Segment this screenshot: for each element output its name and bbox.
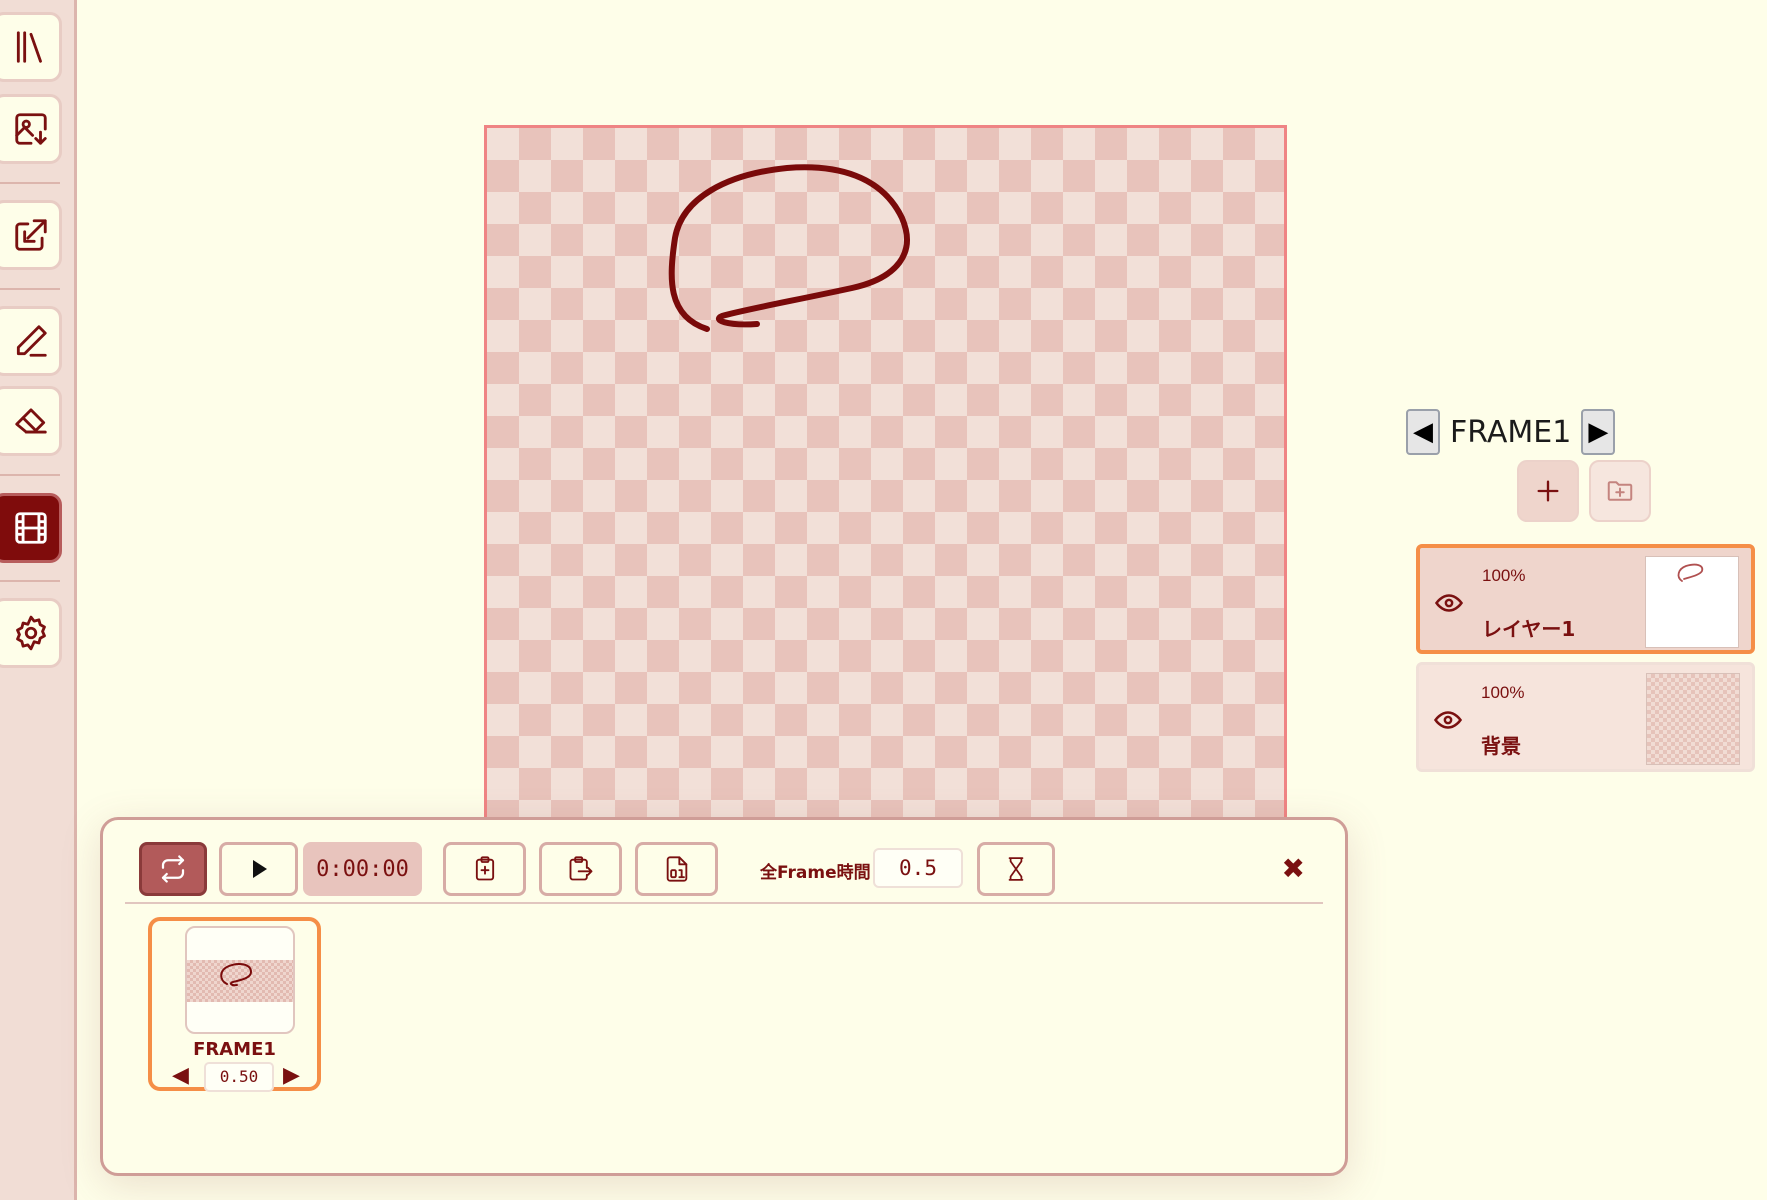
play-button[interactable] [219,842,298,896]
toolbar-divider [0,580,60,582]
eraser-icon [15,408,47,434]
clipboard-export-icon [569,856,592,881]
toolbar-divider [0,182,60,184]
folder-plus-icon [1607,481,1633,501]
pen-tool-button[interactable] [0,306,62,376]
add-folder-button[interactable] [1589,460,1651,522]
toolbar-divider [0,474,60,476]
import-image-button[interactable] [0,94,62,164]
animation-tool-button[interactable] [0,493,62,563]
play-icon [252,860,267,878]
clipboard-plus-icon [475,856,494,881]
all-frame-time-input[interactable]: 0.5 [873,848,963,888]
next-frame-button[interactable]: ▶ [1581,409,1616,455]
hourglass-icon [1008,857,1024,881]
layer-name: 背景 [1481,734,1521,758]
eraser-tool-button[interactable] [0,386,62,456]
animation-panel: 0:00:00 全Frame時間 0.5 ✖ FRAME1 ◀ 0.50 ▶ [100,817,1348,1176]
settings-button[interactable] [0,598,62,668]
export-frame-button[interactable] [539,842,622,896]
file-binary-icon [666,856,687,882]
drawing-canvas[interactable] [484,125,1287,825]
frame-name: FRAME1 [193,1039,276,1060]
loop-toggle-button[interactable] [139,842,207,896]
toolbar-divider [0,288,60,290]
export-button[interactable] [0,200,62,270]
pen-icon [16,325,47,357]
layer-item[interactable]: 100% 背景 [1416,662,1755,772]
frame-item[interactable]: FRAME1 ◀ 0.50 ▶ [148,917,321,1092]
loop-icon [161,855,185,883]
library-icon [16,31,42,63]
layer-opacity: 100% [1481,683,1525,702]
export-icon [15,219,47,251]
layer-item[interactable]: 100% レイヤー1 [1416,544,1755,654]
tool-sidebar [0,0,77,1200]
frame-duration-increase-button[interactable]: ▶ [283,1063,300,1088]
add-layer-button[interactable] [1517,460,1579,522]
all-frame-time-label: 全Frame時間 [760,863,871,883]
drawn-circle-stroke [668,164,910,332]
layer-thumbnail [1646,673,1740,765]
frame-thumbnail [185,926,295,1034]
film-icon [15,512,47,544]
add-frame-button[interactable] [443,842,526,896]
export-binary-button[interactable] [635,842,718,896]
apply-duration-button[interactable] [977,842,1055,896]
animation-toolbar: 0:00:00 全Frame時間 0.5 ✖ [125,838,1323,904]
prev-frame-button[interactable]: ◀ [1406,409,1440,455]
library-button[interactable] [0,12,62,82]
eye-icon[interactable] [1433,705,1463,735]
layer-opacity: 100% [1482,566,1526,585]
frame-duration-input[interactable]: 0.50 [204,1062,274,1092]
layer-thumbnail [1645,556,1739,648]
close-animation-panel-button[interactable]: ✖ [1282,852,1305,885]
current-frame-title: FRAME1 [1450,414,1572,450]
frame-navigator: ◀ FRAME1 ▶ [1406,408,1616,456]
plus-icon [1537,480,1559,502]
frame-duration-decrease-button[interactable]: ◀ [172,1063,189,1088]
eye-icon[interactable] [1434,588,1464,618]
time-display: 0:00:00 [303,842,422,896]
gear-icon [16,615,46,651]
import-image-icon [15,113,47,145]
layer-name: レイヤー1 [1482,617,1576,641]
